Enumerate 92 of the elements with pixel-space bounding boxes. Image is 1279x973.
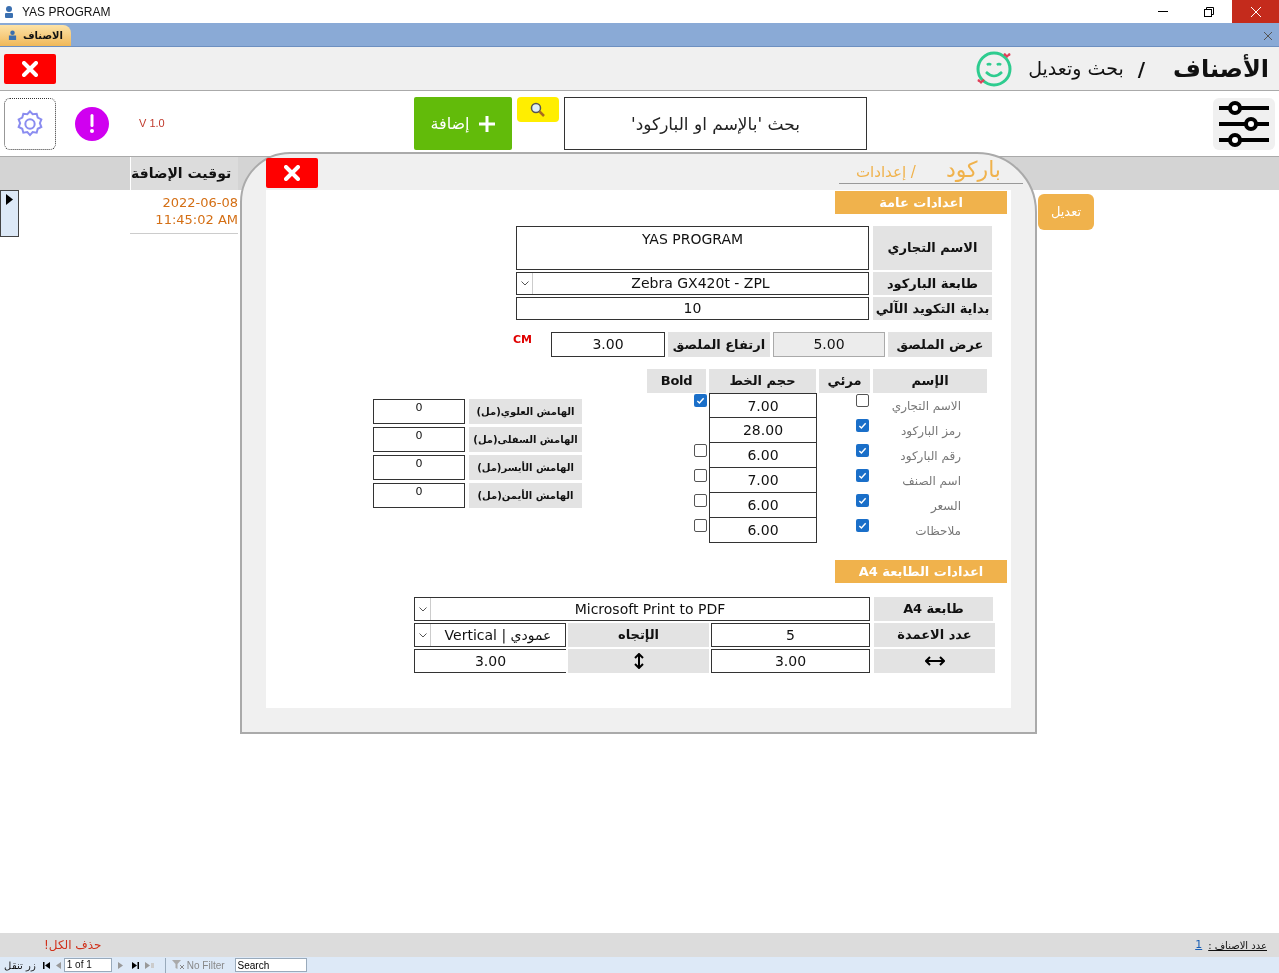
search-icon [530, 101, 546, 118]
checkbox[interactable] [856, 469, 869, 482]
search-field[interactable]: بحث 'بالإسم او الباركود' [564, 97, 867, 150]
width-field[interactable]: 5.00 [773, 332, 885, 357]
section-header: اعدادات عامة [835, 191, 1007, 214]
field-label: الهامش السفلى(مل) [469, 427, 582, 452]
document-tab[interactable]: الاصناف [0, 25, 71, 46]
version-label: V 1.0 [139, 116, 165, 132]
checkbox[interactable] [856, 394, 869, 407]
checkbox[interactable] [694, 469, 707, 482]
record-field[interactable]: 1 of 1 [63, 958, 112, 972]
section-header: اعدادات الطابعة A4 [835, 560, 1007, 583]
column-header: توقيت الإضافة [130, 157, 238, 190]
element-name: رمز الباركود [900, 422, 962, 440]
tab-icon [8, 30, 17, 41]
checkbox[interactable] [856, 494, 869, 507]
element-name: ملاحظات [914, 522, 962, 540]
field-label: الهامش الأيسر(مل) [469, 455, 582, 480]
item-count-label: عدد الاصناف : [1208, 938, 1267, 953]
margin-field[interactable]: 0 [373, 427, 465, 452]
date-cell: 2022-06-08 [162, 194, 238, 211]
field-label: عرض الملصق [888, 332, 992, 357]
vertical-gap-field[interactable]: 3.00 [414, 649, 566, 673]
delete-all-link[interactable]: حذف الكل! [44, 936, 102, 954]
checkbox[interactable] [694, 394, 707, 407]
margin-field[interactable]: 0 [373, 483, 465, 508]
horizontal-arrow-icon [924, 655, 945, 667]
field-label: طابعة الباركود [873, 272, 992, 295]
breadcrumb: / إعدادات [855, 163, 916, 181]
element-name: السعر [929, 497, 962, 515]
close-icon [22, 60, 38, 77]
checkbox[interactable] [856, 419, 869, 432]
columns-field[interactable]: 5 [711, 623, 870, 647]
unit-label: CM [512, 332, 532, 348]
search-button[interactable] [517, 97, 559, 122]
record-selector[interactable] [0, 190, 19, 237]
field-label: الإتجاه [568, 623, 709, 647]
font-size-field[interactable]: 28.00 [709, 418, 817, 443]
font-size-field[interactable]: 7.00 [709, 393, 817, 418]
font-size-field[interactable]: 6.00 [709, 518, 817, 543]
margin-field[interactable]: 0 [373, 455, 465, 480]
info-icon[interactable] [75, 106, 109, 141]
column-header: الإسم [873, 369, 987, 393]
field-label: الهامش العلوي(مل) [469, 399, 582, 424]
field-label: ارتفاع الملصق [668, 332, 770, 357]
dropdown[interactable]: عمودي | Vertical [414, 623, 566, 647]
navigator-label: زر تنقل [3, 958, 37, 973]
element-name: الاسم التجاري [890, 397, 962, 415]
checkbox[interactable] [694, 444, 707, 457]
page-subtitle: بحث وتعديل [1028, 56, 1124, 82]
column-header: مرئي [819, 369, 870, 393]
dialog-title: باركود [945, 157, 1001, 183]
filter-icon [171, 960, 184, 970]
item-count-link[interactable]: 1 [1195, 936, 1203, 954]
dropdown[interactable]: Microsoft Print to PDF [414, 597, 870, 621]
search-field[interactable]: Search [234, 958, 307, 972]
margin-field[interactable]: 0 [373, 399, 465, 424]
font-size-field[interactable]: 6.00 [709, 443, 817, 468]
checkbox[interactable] [694, 519, 707, 532]
checkbox[interactable] [694, 494, 707, 507]
current-record-icon [6, 194, 13, 205]
app-icon [4, 4, 14, 19]
field-label: الهامش الأيمن(مل) [469, 483, 582, 508]
text-field[interactable]: YAS PROGRAM [516, 226, 869, 270]
window-title: YAS PROGRAM [22, 3, 111, 21]
height-field[interactable]: 3.00 [551, 332, 665, 357]
font-size-field[interactable]: 6.00 [709, 493, 817, 518]
filter-settings-button[interactable] [1213, 97, 1275, 150]
element-name: اسم الصنف [901, 472, 962, 490]
field-label: الاسم التجاري [873, 226, 992, 270]
vertical-arrow-icon [633, 653, 644, 669]
close-icon [284, 165, 300, 181]
text-field[interactable]: 10 [516, 297, 869, 320]
column-header: حجم الخط [709, 369, 816, 393]
element-name: رقم الباركود [899, 447, 962, 465]
close-button[interactable] [266, 158, 318, 188]
checkbox[interactable] [856, 519, 869, 532]
field-label: عدد الاعمدة [874, 623, 995, 647]
page-title: الأصناف [1173, 53, 1269, 85]
plus-icon [477, 114, 496, 133]
close-icon[interactable] [1264, 32, 1272, 40]
horizontal-gap-field[interactable]: 3.00 [711, 649, 870, 673]
font-size-field[interactable]: 7.00 [709, 468, 817, 493]
dropdown[interactable]: Zebra GX420t - ZPL [516, 272, 869, 295]
sliders-icon [1217, 99, 1271, 148]
checkbox[interactable] [856, 444, 869, 457]
field-label: طابعة A4 [874, 597, 993, 621]
close-button[interactable] [4, 53, 56, 84]
time-cell: 11:45:02 AM [155, 211, 238, 228]
field-label: بداية التكويد الآلي [873, 297, 992, 320]
breadcrumb-separator: / [1137, 55, 1145, 83]
column-header: Bold [647, 369, 706, 393]
